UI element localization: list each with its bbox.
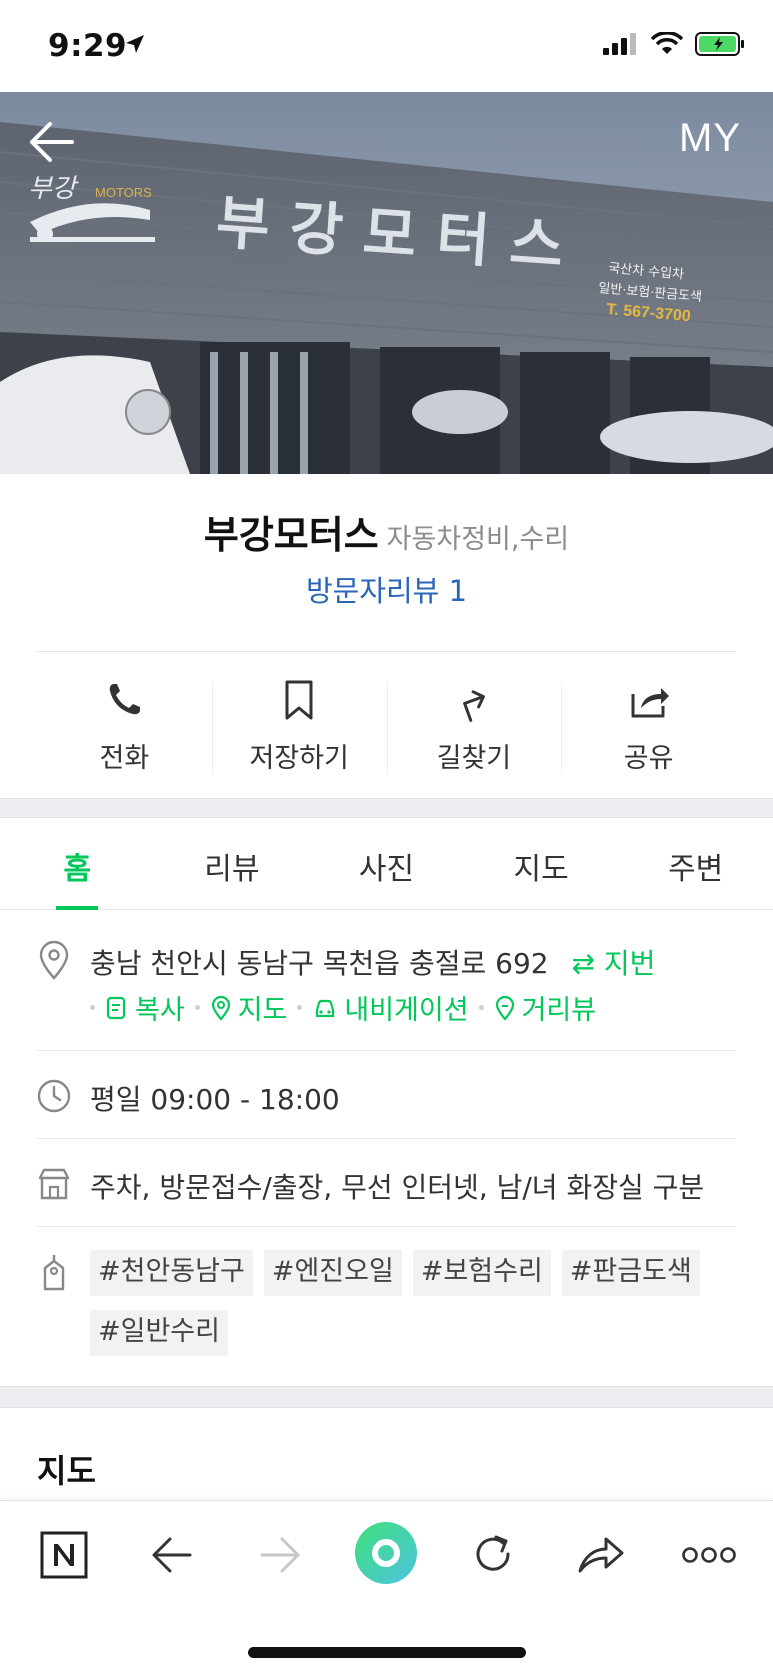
swap-icon: ⇄ [571,947,604,980]
tab-review[interactable]: 리뷰 [155,818,310,909]
lot-number-label: 지번 [603,947,656,980]
browser-back-icon[interactable] [150,1533,194,1577]
tab-map[interactable]: 지도 [464,818,619,909]
status-indicators [603,32,745,56]
streetview-label: 거리뷰 [521,995,597,1026]
refresh-icon[interactable] [470,1531,516,1577]
directions-button[interactable]: 길찾기 [386,668,562,778]
map-section-heading: 지도 [37,1452,96,1490]
address-text: 충남 천안시 동남구 목천읍 충절로 692 [90,947,549,980]
tab-home[interactable]: 홈 [0,818,155,910]
streetview-icon [495,995,514,1021]
tab-bar: 홈 리뷰 사진 지도 주변 [0,818,773,910]
storefront-photo: 부강 MOTORS 부 강 모 터 스 국산차 수입차 일반·보험·판금도색 T… [0,92,773,474]
place-category: 자동차정비,수리 [386,524,570,555]
naver-home-icon[interactable] [40,1531,88,1579]
map-label: 지도 [237,995,288,1026]
keyword-tags: #천안동남구 #엔진오일 #보험수리 #판금도색 #일반수리 [90,1250,730,1356]
bookmark-icon [285,680,313,720]
clock-icon [37,1079,71,1113]
svg-text:MOTORS: MOTORS [95,185,152,200]
keyword-tag[interactable]: #엔진오일 [263,1250,402,1296]
action-label: 공유 [623,743,674,774]
keyword-tag[interactable]: #판금도색 [561,1250,700,1296]
phone-icon [110,684,141,715]
copy-label: 복사 [135,995,185,1026]
status-bar: 9:29 [0,0,773,92]
more-options-icon[interactable] [682,1545,736,1565]
copy-icon [106,996,126,1019]
status-time: 9:29 [48,28,128,64]
svg-text:부강: 부강 [28,174,79,203]
divider [37,1226,736,1227]
save-button[interactable]: 저장하기 [211,668,387,778]
section-separator [0,1386,773,1408]
location-pin-icon [39,940,69,980]
keyword-tag[interactable]: #천안동남구 [90,1250,253,1296]
share-icon [631,688,669,718]
green-dot-icon[interactable] [354,1521,418,1585]
wifi-icon [651,32,683,54]
map-link[interactable]: 지도 [210,988,288,1027]
address-links: 복사 지도 내비게이션 거리뷰 [90,988,596,1027]
lot-number-toggle[interactable]: ⇄ 지번 [572,947,656,980]
browser-forward-icon[interactable] [258,1533,302,1577]
call-button[interactable]: 전화 [37,668,212,778]
share-button[interactable]: 공유 [561,668,736,778]
action-label: 길찾기 [436,743,512,774]
my-button[interactable]: MY [679,116,741,161]
map-pin-icon [211,995,230,1021]
car-icon [316,999,335,1017]
visitor-review-link[interactable]: 방문자리뷰 1 [0,568,773,610]
navigation-link[interactable]: 내비게이션 [312,988,469,1027]
navigation-label: 내비게이션 [344,995,469,1026]
action-label: 저장하기 [249,743,349,774]
battery-icon [695,32,744,56]
business-hours: 평일 09:00 - 18:00 [90,1083,340,1116]
divider [37,1138,736,1139]
divider [37,1050,736,1051]
browser-share-icon[interactable] [576,1531,626,1577]
address-row: 충남 천안시 동남구 목천읍 충절로 692 ⇄ 지번 [90,942,655,982]
store-icon [38,1168,70,1200]
tab-photo[interactable]: 사진 [309,818,464,909]
hero-photo: 부강 MOTORS 부 강 모 터 스 국산차 수입차 일반·보험·판금도색 T… [0,92,773,474]
back-arrow-icon[interactable] [26,120,76,164]
signal-icon [603,33,636,55]
action-bar: 전화 저장하기 길찾기 공유 [37,668,736,778]
copy-link[interactable]: 복사 [105,988,185,1027]
keyword-tag[interactable]: #일반수리 [90,1310,228,1356]
divider [37,651,736,652]
action-label: 전화 [99,743,150,774]
tag-icon [43,1255,65,1291]
separator-dot [194,1005,200,1010]
section-separator [0,798,773,818]
browser-toolbar [0,1500,773,1674]
separator-dot [478,1005,484,1010]
keyword-tag[interactable]: #보험수리 [412,1250,551,1296]
facilities-text: 주차, 방문접수/출장, 무선 인터넷, 남/녀 화장실 구분 [90,1171,705,1204]
place-name: 부강모터스 [203,513,379,557]
separator-dot [90,1005,95,1010]
separator-dot [297,1005,303,1010]
place-title-row: 부강모터스 자동차정비,수리 [0,504,773,559]
home-indicator[interactable] [248,1647,526,1658]
tab-nearby[interactable]: 주변 [618,818,773,909]
directions-icon [462,690,485,722]
location-arrow-icon [126,35,144,53]
streetview-link[interactable]: 거리뷰 [494,988,597,1027]
